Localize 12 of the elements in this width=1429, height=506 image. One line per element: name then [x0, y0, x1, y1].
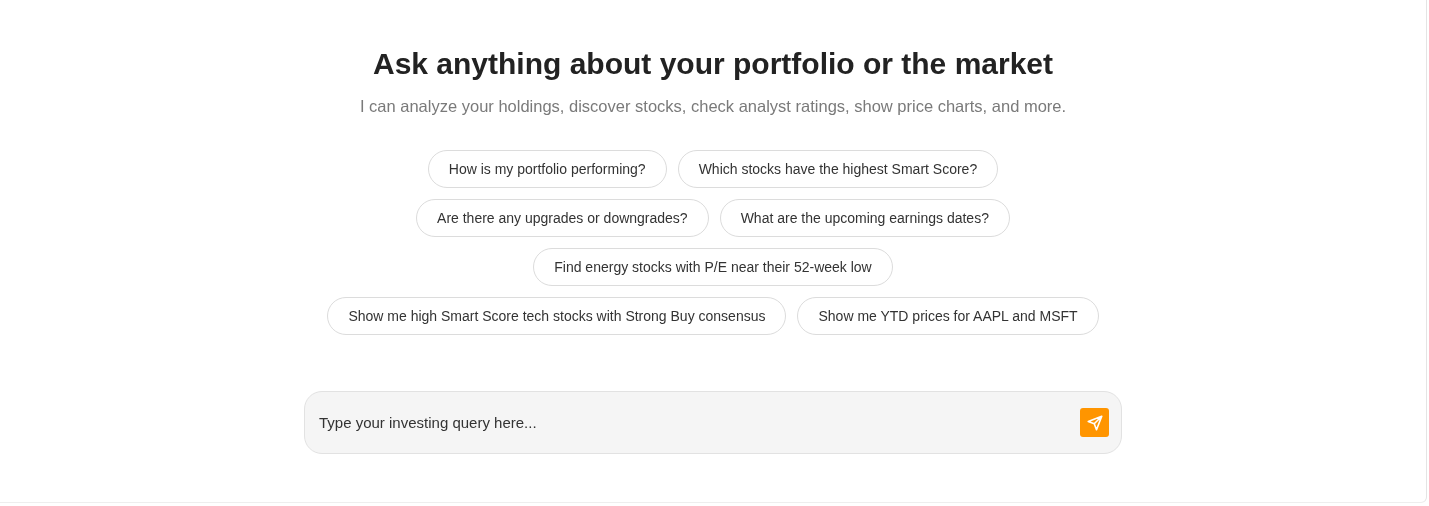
send-icon [1085, 413, 1104, 432]
suggestion-chip[interactable]: Show me YTD prices for AAPL and MSFT [797, 297, 1099, 335]
suggestion-chip[interactable]: Find energy stocks with P/E near their 52-week low [533, 248, 893, 286]
suggestion-chip[interactable]: Are there any upgrades or downgrades? [416, 199, 709, 237]
suggestion-chip[interactable]: What are the upcoming earnings dates? [719, 199, 1010, 237]
send-button[interactable] [1080, 408, 1109, 437]
page-heading: Ask anything about your portfolio or the market [372, 46, 1054, 82]
suggestion-chip[interactable]: Which stocks have the highest Smart Score? [677, 150, 999, 188]
page-subtitle: I can analyze your holdings, discover stocks, check analyst ratings, show price charts, and more. [359, 96, 1067, 117]
suggestion-chip[interactable]: How is my portfolio performing? [427, 150, 667, 188]
query-field[interactable]: Type your investing query here... [304, 391, 1122, 454]
suggestion-chip[interactable]: Show me high Smart Score tech stocks with Strong Buy consensus [327, 297, 787, 335]
